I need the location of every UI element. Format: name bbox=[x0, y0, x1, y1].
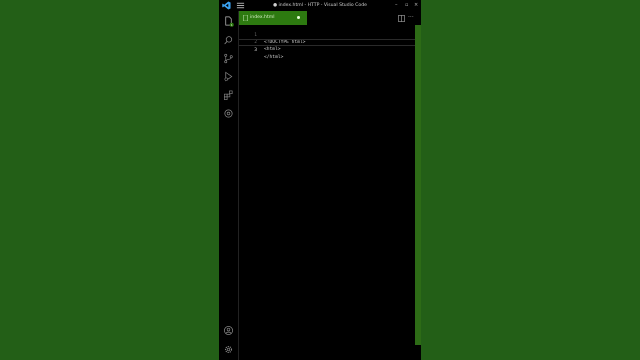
vscode-logo-icon bbox=[222, 1, 231, 10]
code-line-current: 3 </html> bbox=[239, 39, 415, 60]
extensions-icon[interactable] bbox=[223, 90, 234, 101]
line-text: <html> bbox=[264, 47, 281, 52]
settings-gear-icon[interactable] bbox=[223, 344, 234, 355]
line-number: 3 bbox=[254, 48, 257, 53]
tab-label: index.html bbox=[250, 15, 275, 20]
source-control-icon[interactable] bbox=[223, 53, 234, 64]
split-editor-icon[interactable] bbox=[398, 15, 405, 22]
code-line: 2 <html> bbox=[239, 32, 415, 52]
run-debug-icon[interactable] bbox=[223, 71, 234, 82]
more-actions-icon[interactable]: ··· bbox=[408, 14, 414, 22]
search-icon[interactable] bbox=[223, 35, 234, 46]
minimize-button[interactable]: – bbox=[395, 1, 398, 10]
vscode-window: ● index.html - HTTP - Visual Studio Code… bbox=[219, 0, 421, 360]
code-line: 1 <!DOCTYPE html> bbox=[239, 25, 415, 45]
editor-tab-bar: index.html bbox=[239, 11, 415, 25]
html-file-icon bbox=[243, 15, 248, 21]
unsaved-dot-icon[interactable] bbox=[297, 16, 300, 19]
maximize-button[interactable]: ▫ bbox=[405, 1, 408, 10]
code-editor[interactable]: 1 <!DOCTYPE html> 2 <html> 3 </html> bbox=[239, 25, 415, 360]
explorer-badge: 1 bbox=[231, 23, 233, 27]
line-text: </html> bbox=[264, 55, 284, 60]
menu-icon[interactable] bbox=[236, 1, 245, 10]
title-bar: ● index.html - HTTP - Visual Studio Code… bbox=[219, 0, 421, 11]
explorer-icon[interactable]: 1 bbox=[223, 16, 234, 27]
remote-icon[interactable] bbox=[223, 108, 234, 119]
editor-scrollbar-track[interactable] bbox=[415, 25, 421, 345]
account-icon[interactable] bbox=[223, 325, 234, 336]
close-button[interactable]: × bbox=[414, 1, 418, 10]
activity-bar: 1 bbox=[219, 11, 239, 360]
window-title: ● index.html - HTTP - Visual Studio Code bbox=[273, 3, 367, 8]
tab-index-html[interactable]: index.html bbox=[239, 11, 307, 25]
